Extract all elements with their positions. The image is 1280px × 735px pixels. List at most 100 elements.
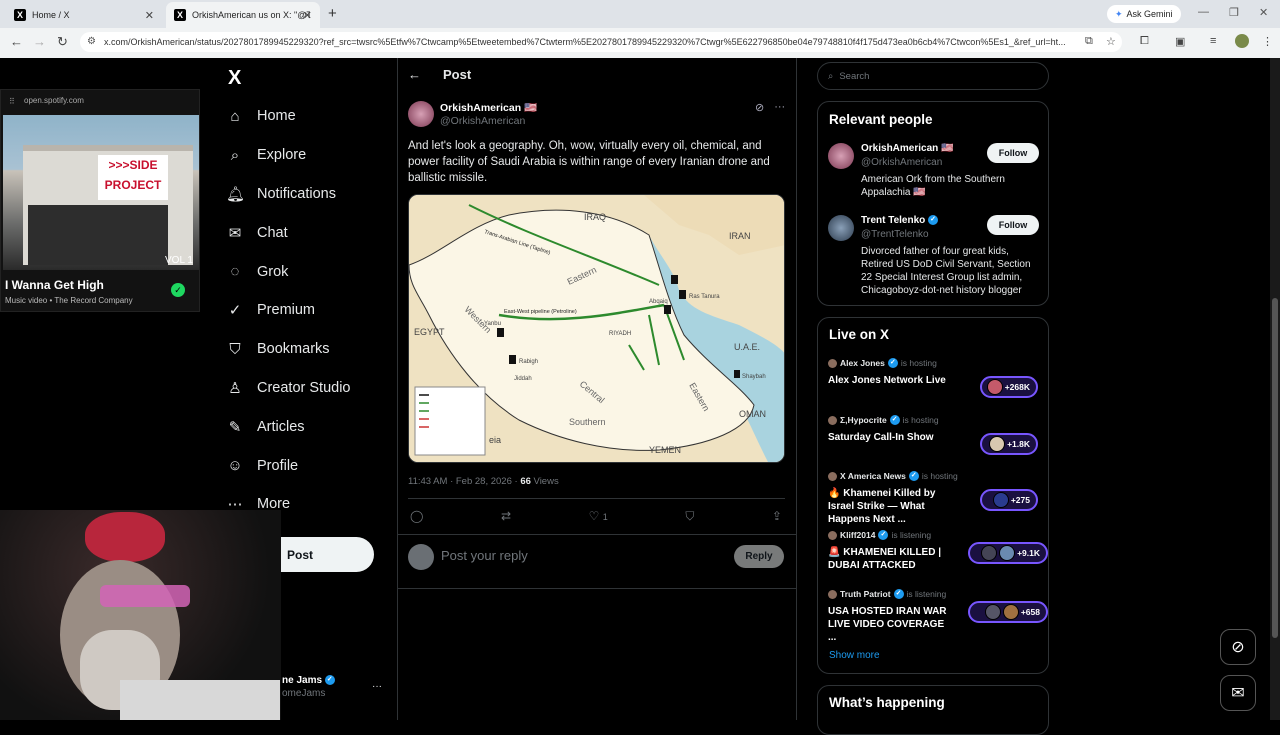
messages-fab-button[interactable]: ✉: [1220, 675, 1256, 711]
extensions-icon[interactable]: ⧠: [1140, 35, 1149, 48]
listener-avatar: [992, 492, 1009, 508]
post-image-map[interactable]: IRAQ IRAN EGYPT Western Eastern Central …: [408, 194, 785, 463]
forward-icon[interactable]: →: [33, 34, 46, 49]
sidebar-item-bookmarks[interactable]: ⛉ Bookmarks: [226, 330, 351, 369]
person-name[interactable]: Trent Telenko ✓: [861, 215, 939, 226]
show-more-link[interactable]: Show more: [829, 650, 880, 661]
saved-check-icon[interactable]: ✓: [171, 283, 185, 297]
grok-fab-button[interactable]: ⊘: [1220, 629, 1256, 665]
follow-button[interactable]: Follow: [987, 143, 1039, 163]
back-arrow-icon[interactable]: ←: [408, 67, 421, 82]
verified-icon: ✓: [893, 589, 904, 599]
divider: [398, 534, 796, 535]
like-count: 1: [602, 512, 608, 522]
x-logo[interactable]: X: [228, 67, 241, 90]
sidebar-item-creator-studio[interactable]: ♙ Creator Studio: [226, 369, 351, 408]
avatar[interactable]: [408, 101, 434, 127]
live-title: Saturday Call-In Show: [828, 432, 934, 443]
sidebar-item-chat[interactable]: ✉ Chat: [226, 213, 351, 252]
map-label: eia: [489, 435, 501, 445]
avatar[interactable]: [828, 215, 854, 241]
listeners-pill[interactable]: +275: [980, 489, 1038, 511]
listener-count: +9.1K: [1017, 548, 1040, 558]
scrollbar-thumb[interactable]: [1272, 298, 1278, 638]
person-handle[interactable]: @TrentTelenko: [861, 229, 929, 240]
sidebar-item-profile[interactable]: ☺ Profile: [226, 446, 351, 485]
minimize-icon[interactable]: —: [1198, 6, 1209, 18]
sidebar-item-grok[interactable]: ◌ Grok: [226, 252, 351, 291]
media-icon[interactable]: ≡: [1210, 35, 1216, 47]
author-name[interactable]: OrkishAmerican 🇺🇸: [440, 101, 537, 114]
tab-post[interactable]: X OrkishAmerican us on X: "@Tre ✕: [166, 2, 320, 28]
sidebar-item-premium[interactable]: ✓ Premium: [226, 291, 351, 330]
timestamp-text[interactable]: 11:43 AM · Feb 28, 2026 ·: [408, 476, 520, 487]
sidebar-item-label: Creator Studio: [257, 379, 351, 396]
grok-icon[interactable]: ⊘: [755, 101, 764, 114]
repost-icon[interactable]: ⇄: [501, 509, 511, 524]
map-label: RIYADH: [609, 331, 631, 337]
avatar[interactable]: [828, 143, 854, 169]
bookmark-icon[interactable]: ⛉: [685, 509, 694, 524]
split-view-icon[interactable]: ▣: [1175, 35, 1185, 48]
author-handle[interactable]: @OrkishAmerican: [440, 115, 525, 127]
ask-gemini-button[interactable]: ✦ Ask Gemini: [1107, 5, 1181, 23]
bookmark-star-icon[interactable]: ☆: [1106, 35, 1116, 48]
profile-avatar[interactable]: [1235, 34, 1249, 48]
listeners-pill[interactable]: +268K: [980, 376, 1038, 398]
close-window-icon[interactable]: ✕: [1259, 6, 1268, 19]
search-icon: ⌕: [230, 146, 240, 164]
reply-input[interactable]: Post your reply: [441, 548, 528, 563]
listener-count: +1.8K: [1007, 439, 1030, 449]
live-title: 🚨 KHAMENEI KILLED | DUBAI ATTACKED: [828, 547, 942, 571]
live-item[interactable]: Alex Jones ✓ is hosting Alex Jones Network…: [828, 358, 1040, 398]
live-title: 🔥 Khamenei Killed by Israel Strike — Wha…: [828, 488, 936, 525]
address-bar[interactable]: ⚙ x.com/OrkishAmerican/status/2027801789…: [80, 32, 1122, 52]
views-label: Views: [530, 476, 559, 487]
map-label: Ras Tanura: [689, 294, 720, 300]
back-icon[interactable]: ←: [10, 34, 23, 49]
like-button[interactable]: ♡ 1: [589, 509, 608, 524]
listeners-pill[interactable]: +658: [968, 601, 1048, 623]
listeners-pill[interactable]: +1.8K: [980, 433, 1038, 455]
whats-happening-panel: What’s happening: [817, 685, 1049, 735]
map-label: Southern: [569, 417, 606, 427]
listeners-pill[interactable]: +9.1K: [968, 542, 1048, 564]
grok-icon: ⊘: [1231, 639, 1245, 656]
search-input[interactable]: ⌕ Search: [817, 62, 1049, 90]
spotify-mini-player[interactable]: ⠿ open.spotify.com >>>SIDE PROJECT VOL 1…: [0, 89, 200, 312]
sidebar-item-explore[interactable]: ⌕ Explore: [226, 136, 351, 175]
account-switcher[interactable]: ne Jams ✓ omeJams ···: [282, 675, 382, 699]
person-handle[interactable]: @OrkishAmerican: [861, 157, 942, 168]
live-item[interactable]: Truth Patriot ✓ is listening USA HOSTED IR…: [828, 589, 1048, 644]
browser-menu-icon[interactable]: ⋮: [1262, 35, 1273, 48]
close-icon[interactable]: ✕: [303, 9, 312, 22]
close-icon[interactable]: ✕: [145, 9, 154, 22]
person-card[interactable]: OrkishAmerican 🇺🇸 @OrkishAmerican Americ…: [828, 143, 1039, 203]
sidebar-item-notifications[interactable]: 🔔︎ Notifications: [226, 175, 351, 214]
tab-home[interactable]: X Home / X ✕: [6, 2, 162, 28]
new-tab-button[interactable]: +: [328, 5, 337, 22]
live-item[interactable]: Kliff2014 ✓ is listening 🚨 KHAMENEI KILLED…: [828, 530, 1048, 572]
live-item[interactable]: X America News ✓ is hosting 🔥 Khamenei Kil…: [828, 471, 1040, 526]
follow-button[interactable]: Follow: [987, 215, 1039, 235]
sidebar-item-articles[interactable]: ✎ Articles: [226, 407, 351, 446]
reply-button[interactable]: Reply: [734, 545, 784, 568]
live-item[interactable]: Σ,Hypocrite ✓ is hosting Saturday Call-In …: [828, 415, 1040, 455]
sidebar-item-label: Profile: [257, 457, 299, 474]
more-options-icon[interactable]: ···: [774, 101, 785, 114]
map-label: IRAQ: [584, 212, 606, 222]
install-icon[interactable]: ⧉: [1085, 35, 1093, 48]
person-name[interactable]: OrkishAmerican 🇺🇸: [861, 143, 954, 154]
account-more-icon[interactable]: ···: [372, 681, 382, 692]
reload-icon[interactable]: ↻: [57, 34, 68, 50]
scrollbar[interactable]: [1270, 58, 1280, 720]
sidebar-item-home[interactable]: ⌂ Home: [226, 97, 351, 136]
host-status: is hosting: [900, 358, 937, 368]
reply-icon[interactable]: ◯: [410, 509, 423, 524]
verified-icon: ✓: [324, 675, 335, 686]
site-info-icon[interactable]: ⚙: [87, 36, 96, 47]
restore-icon[interactable]: ❐: [1229, 6, 1239, 19]
person-card[interactable]: Trent Telenko ✓ @TrentTelenko Divorced f…: [828, 215, 1039, 296]
live-title: Alex Jones Network Live: [828, 375, 946, 386]
share-icon[interactable]: ⇪: [772, 509, 782, 524]
